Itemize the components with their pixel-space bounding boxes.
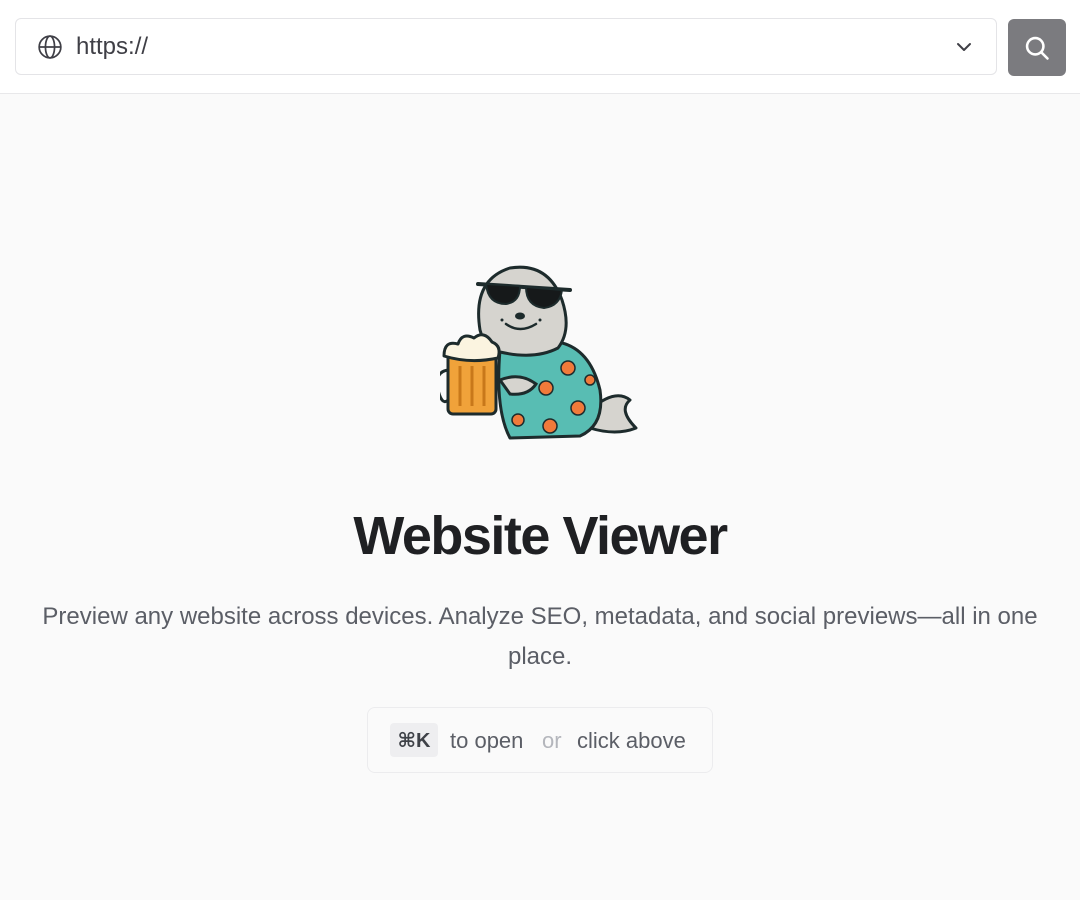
hint-click-text: click above bbox=[577, 728, 686, 753]
hint-or-text: or bbox=[542, 728, 562, 753]
search-button[interactable] bbox=[1008, 19, 1066, 76]
url-input[interactable] bbox=[76, 29, 936, 65]
page-subtitle: Preview any website across devices. Anal… bbox=[42, 603, 1038, 670]
chevron-down-icon[interactable] bbox=[952, 35, 976, 59]
shortcut-key: ⌘K bbox=[390, 723, 438, 757]
page-title: Website Viewer bbox=[353, 506, 728, 566]
url-combobox[interactable] bbox=[15, 18, 997, 75]
top-bar bbox=[0, 0, 1080, 94]
search-icon bbox=[1025, 36, 1049, 60]
globe-icon bbox=[38, 35, 62, 59]
shortcut-hint: ⌘K to open or click above bbox=[367, 707, 713, 773]
seal-mascot-illustration bbox=[440, 265, 638, 440]
hint-open-text: to open bbox=[450, 728, 524, 753]
main-content: Website Viewer Preview any website acros… bbox=[0, 94, 1080, 900]
